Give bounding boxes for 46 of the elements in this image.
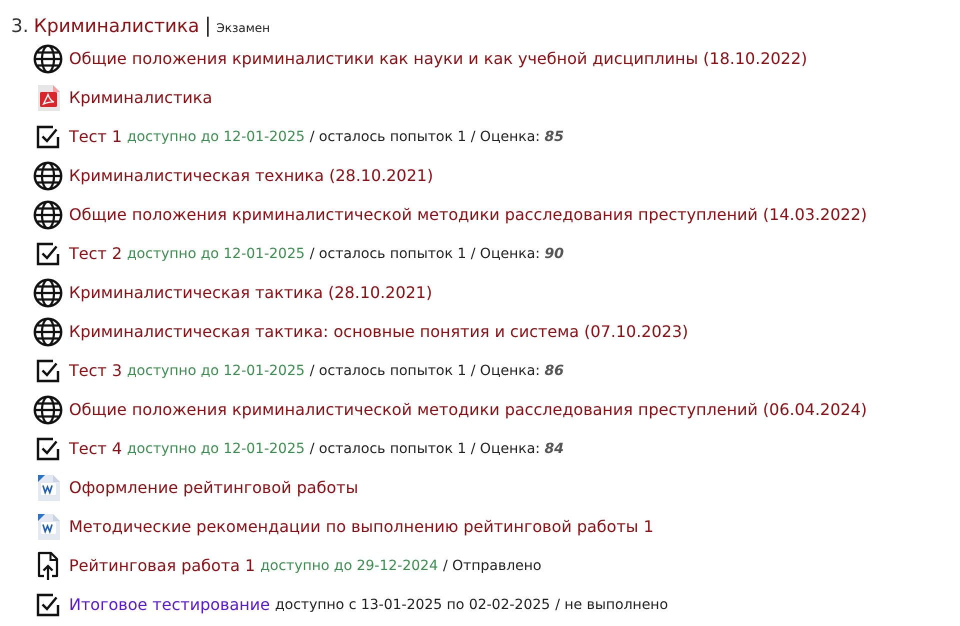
availability-text: доступно до 12-01-2025 <box>127 440 305 456</box>
section-type-text: Экзамен <box>216 21 270 35</box>
document-icon <box>35 512 61 540</box>
status-text: / осталось попыток 1 / Оценка: 86 <box>310 362 564 378</box>
globe-icon <box>33 278 63 308</box>
checkbox-icon <box>36 358 60 382</box>
status-text: / не выполнено <box>555 596 668 612</box>
activity-link[interactable]: Методические рекомендации по выполнению рейтинговой работы 1 <box>69 517 654 536</box>
activity-link[interactable]: Тест 2 <box>69 244 122 263</box>
activity-link[interactable]: Криминалистическая техника (28.10.2021) <box>69 166 434 185</box>
section-number: 3. <box>11 16 29 37</box>
activity-link[interactable]: Общие положения криминалистической методики расследования преступлений (06.04.2024) <box>69 400 868 419</box>
activity-link[interactable]: Итоговое тестирование <box>69 595 270 614</box>
activity-link[interactable]: Криминалистика <box>69 88 212 107</box>
upload-file-icon <box>37 550 59 580</box>
status-text: / Отправлено <box>442 558 542 574</box>
checkbox-icon <box>36 592 60 616</box>
activity-link[interactable]: Криминалистическая тактика (28.10.2021) <box>69 283 432 302</box>
availability-text: доступно до 12-01-2025 <box>127 246 305 262</box>
section-title-link[interactable]: Криминалистика <box>34 16 200 37</box>
globe-icon <box>33 394 63 424</box>
checkbox-icon <box>36 436 60 460</box>
activity-link[interactable]: Тест 1 <box>69 127 122 146</box>
activity-link[interactable]: Криминалистическая тактика: основные понятия и система (07.10.2023) <box>69 322 688 341</box>
availability-text: доступно до 12-01-2025 <box>127 128 305 144</box>
status-text: / осталось попыток 1 / Оценка: 85 <box>310 128 564 144</box>
status-text: / осталось попыток 1 / Оценка: 84 <box>310 440 564 456</box>
checkbox-icon <box>36 124 60 148</box>
activity-link[interactable]: Общие положения криминалистической методики расследования преступлений (14.03.2022) <box>69 205 868 224</box>
globe-icon <box>33 200 63 230</box>
activity-link[interactable]: Тест 4 <box>69 439 122 458</box>
pdf-file-icon <box>35 84 61 112</box>
title-separator: | <box>204 13 212 37</box>
globe-icon <box>33 160 63 190</box>
activity-link[interactable]: Общие положения криминалистики как науки и как учебной дисциплины (18.10.2022) <box>69 49 808 68</box>
activity-link[interactable]: Рейтинговая работа 1 <box>69 556 256 575</box>
activity-link[interactable]: Оформление рейтинговой работы <box>69 478 358 497</box>
globe-icon <box>33 316 63 346</box>
availability-text: доступно с 13-01-2025 по 02-02-2025 <box>274 596 550 612</box>
availability-text: доступно до 29-12-2024 <box>260 558 438 574</box>
globe-icon <box>33 44 63 74</box>
activity-link[interactable]: Тест 3 <box>69 361 122 380</box>
checkbox-icon <box>36 242 60 266</box>
availability-text: доступно до 12-01-2025 <box>127 362 305 378</box>
status-text: / осталось попыток 1 / Оценка: 90 <box>310 246 564 262</box>
document-icon <box>35 474 61 502</box>
